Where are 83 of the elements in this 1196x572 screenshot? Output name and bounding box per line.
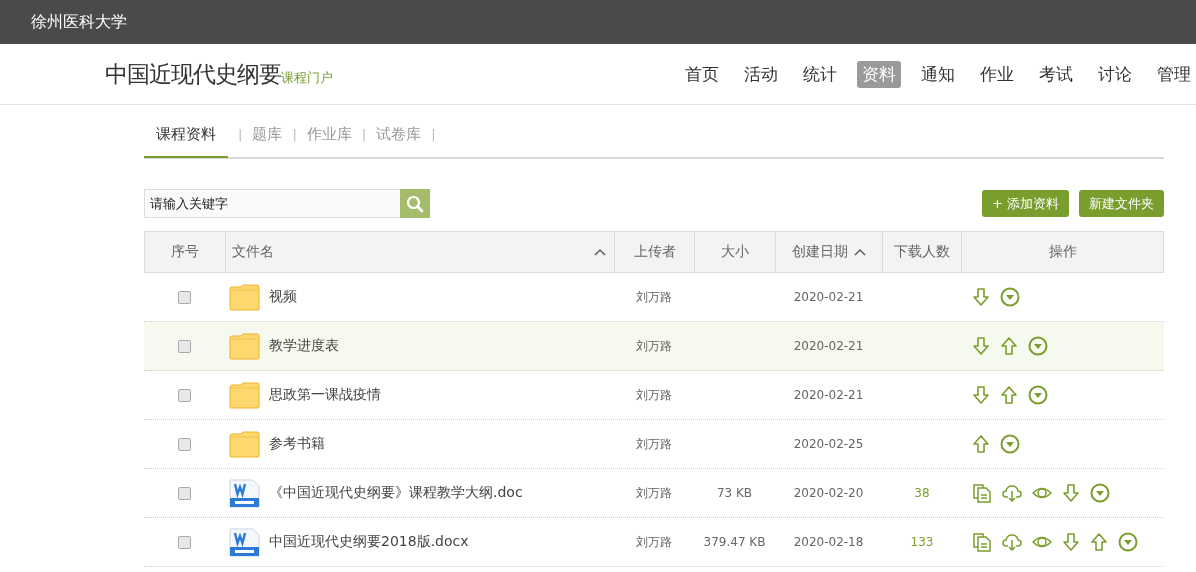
uploader-name: 刘万路 (636, 288, 672, 306)
document-icon[interactable] (972, 532, 992, 552)
column-header: 下载人数 (881, 232, 962, 272)
row-checkbox[interactable] (177, 437, 191, 451)
dropdown-circle-icon[interactable] (1028, 336, 1048, 356)
word-document-icon (229, 478, 260, 508)
uploader-name: 刘万路 (636, 484, 672, 502)
nav-tab[interactable]: 活动 (739, 60, 783, 88)
nav-tab[interactable]: 作业 (975, 60, 1019, 88)
down-arrow-icon[interactable] (972, 336, 990, 356)
row-checkbox[interactable] (177, 290, 191, 304)
search-button[interactable] (400, 189, 430, 218)
course-title: 中国近现代史纲要 (105, 59, 281, 89)
down-arrow-icon[interactable] (972, 287, 990, 307)
cloud-download-icon[interactable] (1002, 532, 1022, 552)
folder-icon (229, 283, 260, 311)
download-count: 133 (910, 535, 934, 549)
nav-tab[interactable]: 通知 (916, 60, 960, 88)
file-name[interactable]: 视频 (269, 288, 297, 306)
uploader-name: 刘万路 (636, 435, 672, 453)
column-header: 上传者 (614, 232, 694, 272)
portal-label: 课程门户 (281, 69, 333, 87)
school-name: 徐州医科大学 (31, 11, 127, 33)
file-size: 73 KB (716, 486, 753, 500)
nav-tab[interactable]: 统计 (798, 60, 842, 88)
dropdown-circle-icon[interactable] (1000, 287, 1020, 307)
folder-icon (229, 332, 260, 360)
nav-tab[interactable]: 考试 (1034, 60, 1078, 88)
nav-tab[interactable]: 管理 (1152, 60, 1196, 88)
tab-separator: | (361, 126, 367, 142)
down-arrow-icon[interactable] (1062, 532, 1080, 552)
folder-icon (229, 381, 260, 409)
down-arrow-icon[interactable] (972, 385, 990, 405)
created-date: 2020-02-18 (793, 535, 864, 549)
search-field[interactable]: 请输入关键字 (144, 189, 400, 218)
eye-icon[interactable] (1032, 486, 1052, 500)
column-header[interactable]: 文件名 (224, 232, 615, 272)
dropdown-circle-icon[interactable] (1118, 532, 1138, 552)
nav-tab[interactable]: 首页 (680, 60, 724, 88)
sub-tab[interactable]: 课程资料 (144, 112, 228, 158)
file-size: 379.47 KB (703, 535, 766, 549)
row-checkbox[interactable] (177, 388, 191, 402)
row-checkbox[interactable] (177, 339, 191, 353)
file-name[interactable]: 思政第一课战疫情 (269, 386, 381, 404)
eye-icon[interactable] (1032, 535, 1052, 549)
word-document-icon (229, 527, 260, 557)
created-date: 2020-02-21 (793, 339, 864, 353)
file-name[interactable]: 教学进度表 (269, 337, 339, 355)
sort-caret-icon[interactable] (594, 248, 607, 256)
column-header[interactable]: 创建日期 (774, 232, 882, 272)
tab-separator: | (292, 126, 297, 142)
file-name[interactable]: 参考书籍 (269, 435, 325, 453)
uploader-name: 刘万路 (636, 337, 672, 355)
up-arrow-icon[interactable] (1090, 532, 1108, 552)
row-checkbox[interactable] (177, 486, 191, 500)
dropdown-circle-icon[interactable] (1028, 385, 1048, 405)
file-name[interactable]: 《中国近现代史纲要》课程教学大纲.doc (269, 484, 523, 502)
column-header: 操作 (961, 232, 1163, 272)
search-icon (406, 194, 424, 213)
created-date: 2020-02-25 (793, 437, 864, 451)
down-arrow-icon[interactable] (1062, 483, 1080, 503)
uploader-name: 刘万路 (636, 533, 672, 551)
download-count: 38 (914, 486, 930, 500)
up-arrow-icon[interactable] (1000, 336, 1018, 356)
nav-tab[interactable]: 讨论 (1093, 60, 1137, 88)
uploader-name: 刘万路 (636, 386, 672, 404)
document-icon[interactable] (972, 483, 992, 503)
sort-caret-icon[interactable] (853, 248, 866, 256)
tab-separator: | (431, 126, 436, 142)
tab-separator: | (238, 126, 243, 142)
up-arrow-icon[interactable] (1000, 385, 1018, 405)
column-header: 序号 (169, 242, 200, 261)
folder-icon (229, 430, 260, 458)
dropdown-circle-icon[interactable] (1090, 483, 1110, 503)
dropdown-circle-icon[interactable] (1000, 434, 1020, 454)
created-date: 2020-02-20 (793, 486, 864, 500)
created-date: 2020-02-21 (793, 388, 864, 402)
up-arrow-icon[interactable] (972, 434, 990, 454)
column-header: 大小 (693, 232, 775, 272)
row-checkbox[interactable] (177, 535, 191, 549)
cloud-download-icon[interactable] (1002, 483, 1022, 503)
created-date: 2020-02-21 (793, 290, 864, 304)
file-name[interactable]: 中国近现代史纲要2018版.docx (269, 533, 469, 551)
